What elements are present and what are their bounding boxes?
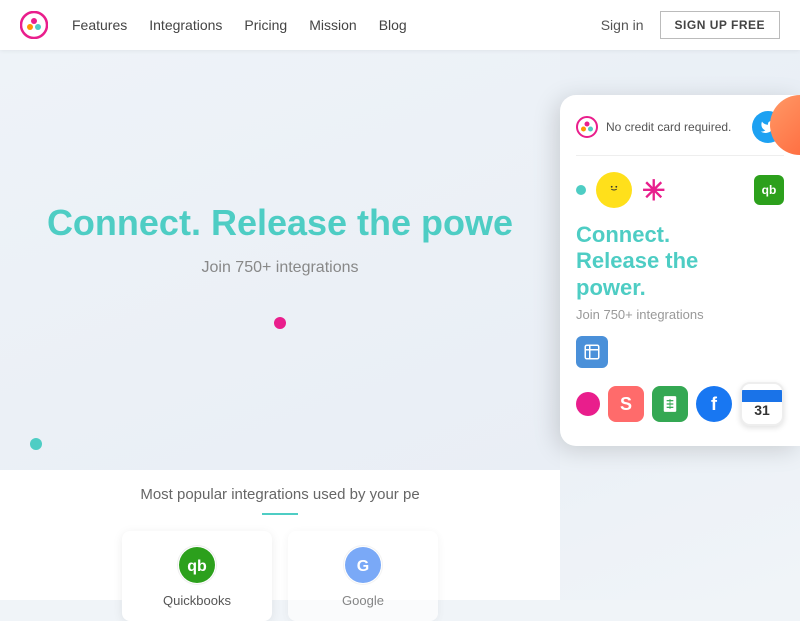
integrations-underline [262,513,298,515]
calendar-icon: 31 [740,382,784,426]
stripe-icon: S [608,386,644,422]
nav-blog[interactable]: Blog [379,17,407,33]
nav-mission[interactable]: Mission [309,17,356,33]
signin-link[interactable]: Sign in [601,17,644,33]
quickbooks-icon: qb [177,545,217,585]
google-label: Google [342,593,384,608]
phone-popup: No credit card required. ✳ qb Connect. R… [560,95,800,446]
hero-teal-dot [30,438,42,450]
signup-button[interactable]: SIGN UP FREE [660,11,780,39]
facebook-icon: f [696,386,732,422]
nav-links: Features Integrations Pricing Mission Bl… [72,17,601,33]
bottom-section: Most popular integrations used by your p… [0,470,560,600]
logo[interactable] [20,11,48,39]
asterisk-icon: ✳ [642,174,665,207]
phone-logo-icon [576,116,598,138]
integration-cards: qb Quickbooks G Google [0,531,560,621]
phone-popup-header: No credit card required. [576,111,784,156]
nav-integrations[interactable]: Integrations [149,17,222,33]
sheets-icon [652,386,688,422]
hero-subtitle: Join 750+ integrations [202,259,359,277]
calendar-number: 31 [754,402,770,418]
google-icon: G [343,545,383,585]
phone-main-subtitle: Join 750+ integrations [576,307,784,322]
quickbooks-right-icon: qb [754,175,784,205]
phone-bottom-icons: S f 31 [576,382,784,426]
calendar-top [742,390,782,402]
hero-pink-dot [274,317,286,329]
hero-section: Connect. Release the powe Join 750+ inte… [0,50,560,480]
svg-text:G: G [357,558,369,575]
blueprint-icon [576,336,608,368]
nav-pricing[interactable]: Pricing [244,17,287,33]
integrations-heading: Most popular integrations used by your p… [0,470,560,503]
phone-icons-row: ✳ qb [576,172,784,208]
navbar: Features Integrations Pricing Mission Bl… [0,0,800,50]
no-cc-text: No credit card required. [606,120,731,134]
quickbooks-label: Quickbooks [163,593,231,608]
google-card: G Google [288,531,438,621]
hero-title: Connect. Release the powe [47,201,513,244]
nav-features[interactable]: Features [72,17,127,33]
quickbooks-card: qb Quickbooks [122,531,272,621]
mailchimp-icon [596,172,632,208]
phone-pink-dot [576,392,600,416]
phone-green-dot [576,185,586,195]
phone-main-title: Connect. Release the power. [576,222,784,301]
svg-text:qb: qb [187,558,207,575]
nav-right: Sign in SIGN UP FREE [601,11,780,39]
